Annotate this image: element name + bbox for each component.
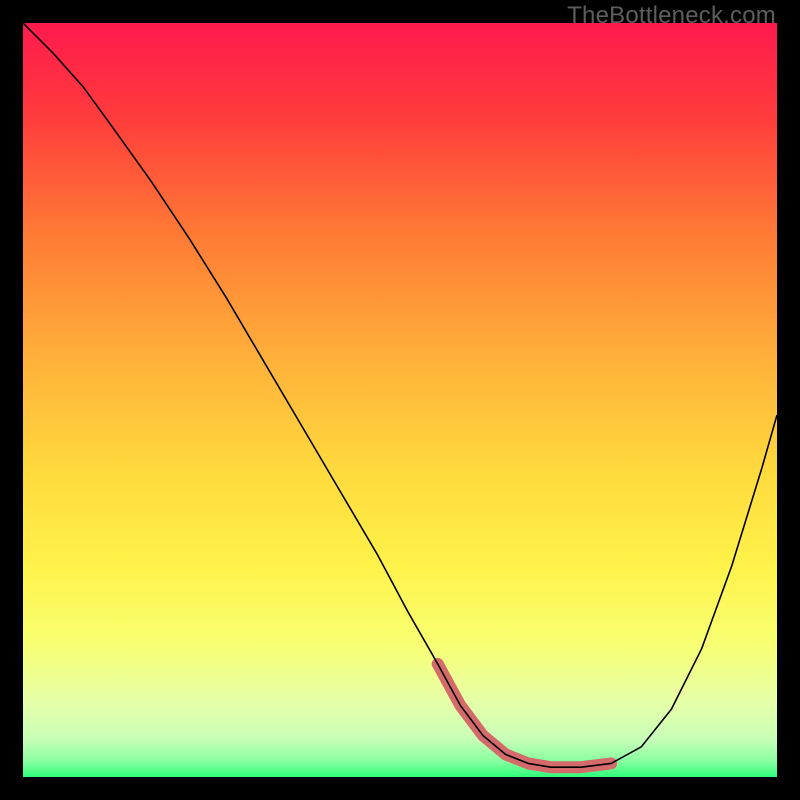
highlight-optimal-region — [438, 664, 611, 767]
chart-overlay — [23, 23, 777, 777]
chart-frame: TheBottleneck.com — [0, 0, 800, 800]
series-bottleneck-curve — [23, 23, 777, 767]
watermark-text: TheBottleneck.com — [567, 2, 776, 30]
